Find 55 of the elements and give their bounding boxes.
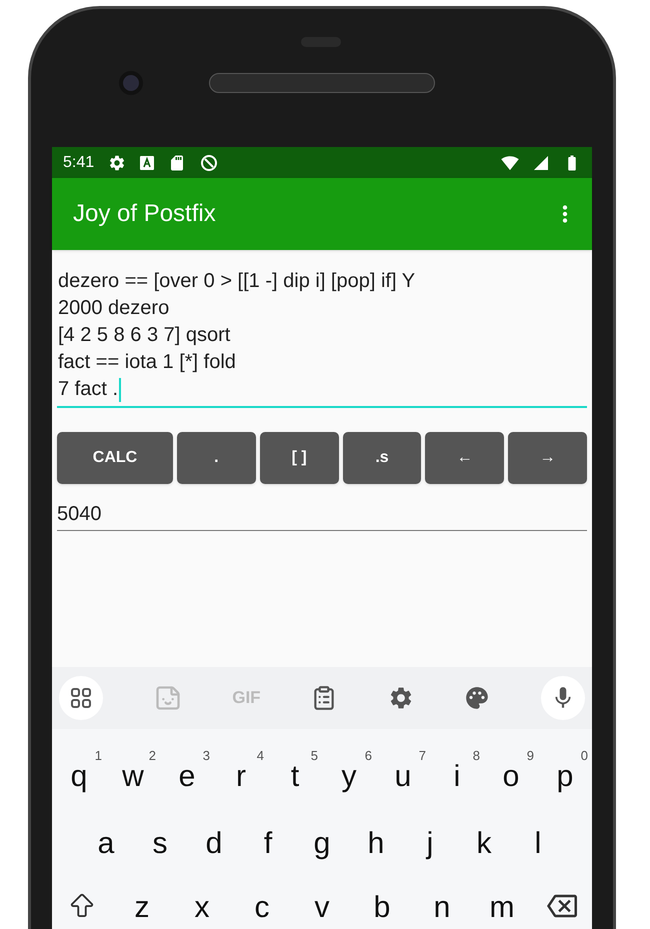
key[interactable]: b <box>370 891 394 925</box>
keyboard-status-icon <box>140 156 154 170</box>
apps-grid-icon[interactable] <box>59 676 103 720</box>
key[interactable]: o <box>498 760 524 794</box>
gear-icon <box>108 154 126 172</box>
key[interactable]: s <box>148 827 172 861</box>
microphone-icon[interactable] <box>541 676 585 720</box>
key[interactable]: d <box>202 827 226 861</box>
key[interactable]: u <box>390 760 416 794</box>
action-button[interactable]: ← <box>425 432 504 484</box>
key-hint: 9 <box>526 747 534 765</box>
code-editor[interactable]: dezero == [over 0 > [[1 -] dip i] [pop] if] Y 2000 dezero [4 2 5 8 6 3 7] qsort fact == iota 1 [*] fold 7 fact . <box>57 268 587 408</box>
key[interactable]: v <box>310 891 334 925</box>
key-hint: 2 <box>148 747 156 765</box>
key[interactable]: j <box>422 827 438 861</box>
key[interactable]: f <box>260 827 276 861</box>
key-hint: 7 <box>418 747 426 765</box>
key[interactable]: y <box>338 760 360 794</box>
signal-icon <box>533 154 549 170</box>
key[interactable]: m <box>486 891 518 925</box>
key[interactable]: g <box>310 827 334 861</box>
status-time: 5:41 <box>63 152 94 172</box>
key[interactable]: h <box>364 827 388 861</box>
key[interactable]: c <box>250 891 274 925</box>
key-hint: 3 <box>202 747 210 765</box>
data-saver-icon <box>200 154 218 172</box>
key[interactable]: l <box>530 827 546 861</box>
key-hint: 0 <box>580 747 588 765</box>
key[interactable]: t <box>286 760 304 794</box>
camera-icon <box>119 71 143 95</box>
key[interactable]: r <box>232 760 250 794</box>
key-hint: 6 <box>364 747 372 765</box>
key[interactable]: x <box>190 891 214 925</box>
action-button[interactable]: . <box>177 432 256 484</box>
action-button[interactable]: [ ] <box>260 432 339 484</box>
key-hint: 8 <box>472 747 480 765</box>
wifi-icon <box>501 154 519 172</box>
key[interactable]: i <box>450 760 464 794</box>
key[interactable]: w <box>118 760 148 794</box>
key-hint: 1 <box>94 747 102 765</box>
key[interactable]: p <box>552 760 578 794</box>
palette-icon[interactable] <box>464 685 490 711</box>
action-button[interactable]: → <box>508 432 587 484</box>
output-field[interactable]: 5040 <box>57 500 587 531</box>
app-title: Joy of Postfix <box>73 199 217 229</box>
key[interactable]: n <box>430 891 454 925</box>
key[interactable]: a <box>94 827 118 861</box>
key-hint: 4 <box>256 747 264 765</box>
key[interactable]: q <box>66 760 92 794</box>
key[interactable]: z <box>130 891 154 925</box>
key-hint: 5 <box>310 747 318 765</box>
action-button[interactable]: .s <box>342 432 422 484</box>
key[interactable]: e <box>174 760 200 794</box>
action-button[interactable]: CALC <box>57 432 173 484</box>
key[interactable]: k <box>472 827 496 861</box>
